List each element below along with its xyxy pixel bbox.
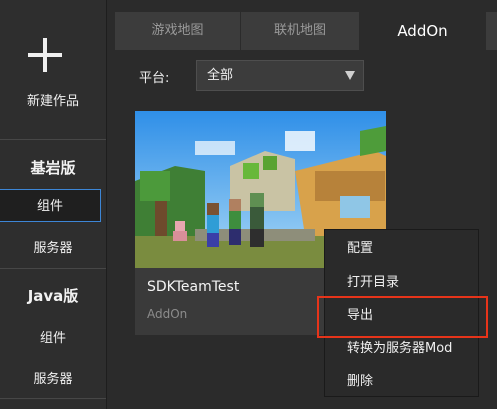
sidebar-item-bedrock-components[interactable]: 组件 [0, 189, 101, 222]
divider [0, 268, 106, 269]
menu-item-delete[interactable]: 删除 [325, 365, 478, 399]
platform-filter-label: 平台: [139, 71, 170, 86]
new-work-label: 新建作品 [26, 94, 79, 109]
caret-down-icon [345, 71, 355, 80]
sidebar-item-java-components[interactable]: 组件 [0, 327, 106, 346]
new-work-button[interactable]: 新建作品 [0, 0, 106, 138]
addon-card-type: AddOn [147, 307, 188, 321]
menu-item-configure[interactable]: 配置 [325, 232, 478, 266]
highlight-box [317, 296, 488, 338]
sidebar-item-bedrock-servers[interactable]: 服务器 [0, 237, 106, 256]
sidebar: 新建作品 基岩版 组件 服务器 Java版 组件 服务器 [0, 0, 107, 409]
menu-item-open-directory[interactable]: 打开目录 [325, 266, 478, 300]
java-section-title: Java版 [27, 287, 79, 305]
platform-select[interactable]: 全部 [196, 60, 364, 91]
bedrock-section-title: 基岩版 [30, 159, 76, 177]
tab-game-maps[interactable]: 游戏地图 [115, 12, 240, 50]
tab-addon[interactable]: AddOn [360, 12, 485, 50]
divider [0, 139, 106, 140]
tab-overflow [486, 12, 497, 50]
tab-bar: 游戏地图 联机地图 AddOn [107, 12, 497, 50]
divider [0, 398, 106, 399]
platform-select-value: 全部 [207, 68, 234, 83]
addon-card-title: SDKTeamTest [147, 279, 240, 295]
plus-icon [28, 38, 62, 72]
tab-online-maps[interactable]: 联机地图 [241, 12, 359, 50]
sidebar-item-java-servers[interactable]: 服务器 [0, 368, 106, 387]
